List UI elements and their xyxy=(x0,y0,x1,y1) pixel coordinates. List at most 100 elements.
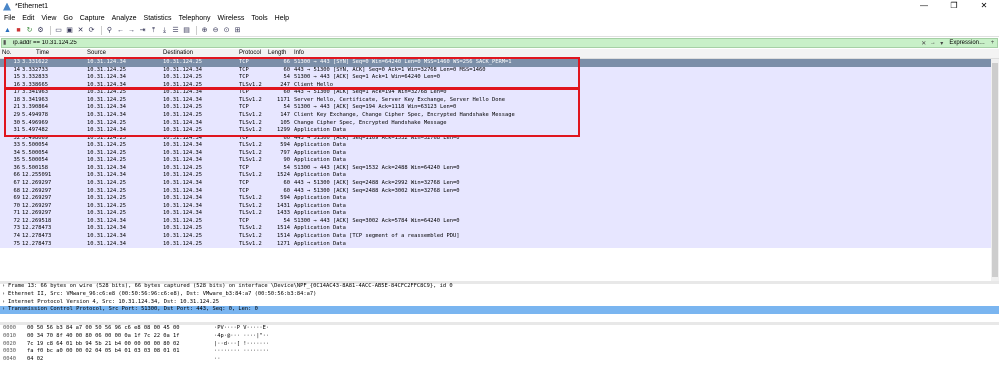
packet-row[interactable]: 34 5.500054 10.31.124.25 10.31.124.34 TLSv1.… xyxy=(0,149,999,158)
cell-source: 10.31.124.34 xyxy=(87,225,126,232)
column-header-info[interactable]: Info xyxy=(294,50,304,56)
cell-no: 72 xyxy=(13,217,21,224)
menu-capture[interactable]: Capture xyxy=(80,15,105,22)
menu-tools[interactable]: Tools xyxy=(251,15,267,22)
open-file-icon[interactable]: ▭ xyxy=(54,26,63,35)
hex-ascii[interactable]: |··d···[ !······· xyxy=(214,341,269,349)
hex-offset[interactable]: 0000 xyxy=(3,325,16,333)
maximize-button[interactable]: ❐ xyxy=(939,0,969,13)
menu-telephony[interactable]: Telephony xyxy=(179,15,211,22)
close-button[interactable]: ✕ xyxy=(969,0,999,13)
forward-icon[interactable]: → xyxy=(127,26,136,35)
packet-row[interactable]: 70 12.269297 10.31.124.25 10.31.124.34 TLSv1… xyxy=(0,202,999,211)
colorize-icon[interactable]: ▤ xyxy=(182,26,191,35)
options-icon[interactable]: ⚙ xyxy=(36,26,45,35)
column-header-destination[interactable]: Destination xyxy=(163,50,193,56)
menu-file[interactable]: File xyxy=(4,15,15,22)
stop-icon[interactable]: ■ xyxy=(14,26,23,35)
detail-tree-item[interactable]: › Ethernet II, Src: VMware_96:c6:e8 (00:5… xyxy=(0,291,999,299)
menu-statistics[interactable]: Statistics xyxy=(144,15,172,22)
hex-offset[interactable]: 0030 xyxy=(3,348,16,356)
reload-icon[interactable]: ⟳ xyxy=(87,26,96,35)
packet-row[interactable]: 67 12.269297 10.31.124.25 10.31.124.34 TCP 60… xyxy=(0,180,999,188)
hex-bytes[interactable]: 00 34 70 8f 40 00 80 06 00 00 0a 1f 7c 2… xyxy=(27,333,180,341)
cell-time: 12.269297 xyxy=(22,195,52,202)
find-icon[interactable]: ⚲ xyxy=(105,26,114,35)
restart-icon[interactable]: ↻ xyxy=(25,26,34,35)
close-file-icon[interactable]: ✕ xyxy=(76,26,85,35)
cell-time: 12.255091 xyxy=(22,172,52,179)
last-icon[interactable]: ⤓ xyxy=(160,26,169,35)
shark-fin-start-icon[interactable]: ▲ xyxy=(3,26,12,35)
hex-row: 0020 7c 19 c8 64 01 bb 94 5b 21 b4 00 00 … xyxy=(0,341,999,349)
detail-tree-item[interactable]: › Frame 13: 66 bytes on wire (528 bits), … xyxy=(0,283,999,291)
expand-arrow-icon[interactable]: › xyxy=(2,299,5,307)
cell-destination: 10.31.124.34 xyxy=(163,157,202,164)
menu-help[interactable]: Help xyxy=(275,15,289,22)
hex-bytes[interactable]: 00 50 56 b3 84 a7 00 50 56 96 c6 e8 08 0… xyxy=(27,325,180,333)
filter-dropdown-icon[interactable]: ▾ xyxy=(937,40,946,47)
save-icon[interactable]: ▣ xyxy=(65,26,74,35)
hex-offset[interactable]: 0040 xyxy=(3,356,16,364)
cell-length: 90 xyxy=(283,157,291,164)
toolbar-separator xyxy=(50,25,51,35)
hex-ascii[interactable]: ·4p·@··· ····|"·· xyxy=(214,333,269,341)
hex-row: 0010 00 34 70 8f 40 00 80 06 00 00 0a 1f … xyxy=(0,333,999,341)
expand-arrow-icon[interactable]: › xyxy=(2,283,5,291)
packet-row[interactable]: 74 12.278473 10.31.124.34 10.31.124.25 TLSv1… xyxy=(0,232,999,241)
packet-row[interactable]: 73 12.278473 10.31.124.34 10.31.124.25 TLSv1… xyxy=(0,225,999,233)
packet-row[interactable]: 72 12.269518 10.31.124.34 10.31.124.25 TCP 54… xyxy=(0,217,999,226)
back-icon[interactable]: ← xyxy=(116,26,125,35)
bookmark-icon[interactable]: ▮ xyxy=(3,39,11,47)
cell-source: 10.31.124.25 xyxy=(87,202,126,209)
vertical-scrollbar[interactable] xyxy=(991,59,999,281)
column-header-length[interactable]: Length xyxy=(268,50,286,56)
minimize-button[interactable]: — xyxy=(909,0,939,13)
menu-analyze[interactable]: Analyze xyxy=(112,15,137,22)
packet-row[interactable]: 36 5.500158 10.31.124.34 10.31.124.25 TCP 54 5… xyxy=(0,164,999,173)
cell-protocol: TLSv1.2 xyxy=(239,195,262,202)
menu-go[interactable]: Go xyxy=(63,15,72,22)
cell-length: 594 xyxy=(280,142,290,149)
hex-offset[interactable]: 0010 xyxy=(3,333,16,341)
first-icon[interactable]: ⤒ xyxy=(149,26,158,35)
hex-ascii[interactable]: ·· xyxy=(214,356,221,364)
cell-length: 1514 xyxy=(277,225,290,232)
add-filter-button[interactable]: + xyxy=(988,40,997,46)
clear-filter-icon[interactable]: ✕ xyxy=(919,40,928,47)
expand-arrow-icon[interactable]: › xyxy=(2,306,5,314)
packet-row[interactable]: 69 12.269297 10.31.124.25 10.31.124.34 TLSv1… xyxy=(0,195,999,203)
zoom-normal-icon[interactable]: ⊙ xyxy=(222,26,231,35)
menu-wireless[interactable]: Wireless xyxy=(217,15,244,22)
autoscroll-icon[interactable]: ☰ xyxy=(171,26,180,35)
zoom-in-icon[interactable]: ⊕ xyxy=(200,26,209,35)
packet-row[interactable]: 35 5.500054 10.31.124.25 10.31.124.34 TLSv1.… xyxy=(0,157,999,165)
hex-ascii[interactable]: ·PV····P V·····E· xyxy=(214,325,269,333)
packet-row[interactable]: 68 12.269297 10.31.124.25 10.31.124.34 TCP 60… xyxy=(0,187,999,196)
apply-filter-icon[interactable]: → xyxy=(928,40,937,46)
packet-row[interactable]: 71 12.269297 10.31.124.25 10.31.124.34 TLSv1… xyxy=(0,210,999,218)
menu-edit[interactable]: Edit xyxy=(22,15,34,22)
detail-tree-item[interactable]: › Internet Protocol Version 4, Src: 10.31… xyxy=(0,299,999,307)
column-header-protocol[interactable]: Protocol xyxy=(239,50,261,56)
go-to-icon[interactable]: ⇥ xyxy=(138,26,147,35)
hex-bytes[interactable]: 7c 19 c8 64 01 bb 94 5b 21 b4 00 00 00 0… xyxy=(27,341,180,349)
hex-offset[interactable]: 0020 xyxy=(3,341,16,349)
hex-ascii[interactable]: ········ ········ xyxy=(214,348,269,356)
menu-view[interactable]: View xyxy=(41,15,56,22)
resize-columns-icon[interactable]: ⊞ xyxy=(233,26,242,35)
column-header-time[interactable]: Time xyxy=(36,50,49,56)
hex-bytes[interactable]: fa f0 bc a0 00 00 02 04 05 b4 01 03 03 0… xyxy=(27,348,180,356)
expression-button[interactable]: Expression… xyxy=(946,40,988,46)
packet-row[interactable]: 66 12.255091 10.31.124.34 10.31.124.25 TLSv1… xyxy=(0,172,999,180)
display-filter-input[interactable] xyxy=(11,39,920,47)
expand-arrow-icon[interactable]: › xyxy=(2,291,5,299)
column-header-source[interactable]: Source xyxy=(87,50,106,56)
packet-row[interactable]: 75 12.278473 10.31.124.34 10.31.124.25 TLSv1… xyxy=(0,240,999,249)
detail-tree-item[interactable]: › Transmission Control Protocol, Src Port… xyxy=(0,306,999,315)
packet-row[interactable]: 33 5.500054 10.31.124.25 10.31.124.34 TLSv1.… xyxy=(0,142,999,150)
column-header-no[interactable]: No. xyxy=(2,50,11,56)
scrollbar-thumb[interactable] xyxy=(992,63,998,277)
hex-bytes[interactable]: 04 02 xyxy=(27,356,43,364)
zoom-out-icon[interactable]: ⊖ xyxy=(211,26,220,35)
